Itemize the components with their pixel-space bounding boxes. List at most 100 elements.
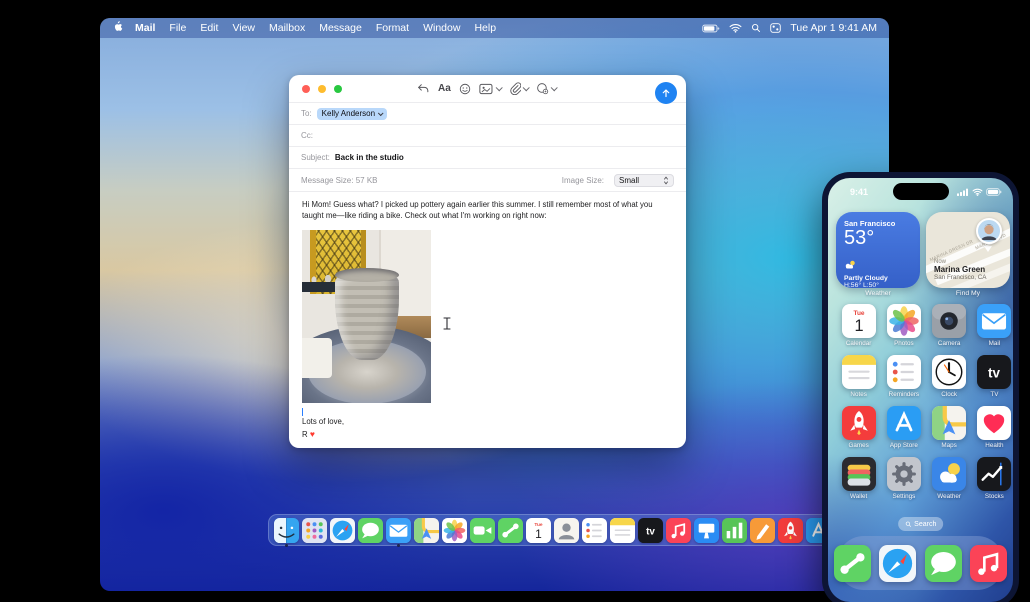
menu-help[interactable]: Help (474, 22, 496, 34)
dock-numbers-icon[interactable] (722, 517, 747, 543)
photo-browser-icon[interactable] (479, 83, 503, 95)
iphone-app-clock[interactable]: Clock (927, 355, 972, 398)
iphone-app-mail[interactable]: Mail (972, 304, 1013, 347)
iphone-app-health[interactable]: Health (972, 406, 1013, 449)
dock-phone-icon[interactable] (498, 517, 523, 543)
findmy-widget-label: Find My (955, 290, 981, 297)
to-label: To: (301, 109, 312, 118)
calendar-app-icon: Tue 1 (841, 304, 876, 338)
heart-glyph: ♥ (309, 428, 315, 439)
menu-message[interactable]: Message (319, 22, 362, 34)
iphone-app-calendar[interactable]: Tue 1 Calendar (836, 304, 881, 347)
iphone-dock-music-icon[interactable] (970, 544, 1008, 582)
app-label: TV (990, 391, 999, 398)
iphone-app-notes[interactable]: Notes (836, 355, 881, 398)
iphone-app-appstore[interactable]: App Store (881, 406, 926, 449)
minimize-window-button[interactable] (318, 84, 326, 93)
send-button[interactable] (655, 82, 677, 104)
menu-edit[interactable]: Edit (200, 22, 218, 34)
wifi-icon (972, 188, 983, 196)
spotlight-search-pill[interactable]: Search (897, 517, 944, 531)
ibeam-cursor (443, 317, 451, 335)
to-field[interactable]: To: Kelly Anderson (289, 102, 686, 124)
image-size-label: Image Size: (561, 175, 604, 185)
iphone-dock-safari-icon[interactable] (879, 544, 917, 582)
dock-launchpad-icon[interactable] (302, 517, 327, 543)
control-center-icon[interactable] (770, 23, 782, 33)
svg-text:tv: tv (646, 526, 655, 537)
dock-notes-icon[interactable] (610, 517, 635, 543)
close-window-button[interactable] (302, 84, 310, 93)
iphone-app-camera[interactable]: Camera (927, 304, 972, 347)
subject-field[interactable]: Subject: Back in the studio (289, 146, 686, 168)
wifi-icon[interactable] (729, 23, 742, 33)
maps-app-icon (932, 406, 967, 440)
dock-maps-icon[interactable] (414, 517, 439, 543)
attachment-icon[interactable] (509, 82, 530, 95)
dock-mail-icon[interactable] (386, 517, 411, 547)
app-label: Games (848, 442, 869, 449)
recipient-token[interactable]: Kelly Anderson (316, 107, 388, 120)
dock-facetime-icon[interactable] (470, 517, 495, 543)
message-body[interactable]: Hi Mom! Guess what? I picked up pottery … (289, 191, 686, 440)
svg-text:Tue: Tue (853, 310, 864, 317)
menu-mail[interactable]: Mail (135, 22, 155, 34)
app-label: App Store (889, 442, 918, 449)
app-label: Calendar (845, 340, 872, 347)
iphone-app-stocks[interactable]: Stocks (972, 457, 1013, 500)
menu-clock[interactable]: Tue Apr 1 9:41 AM (790, 22, 877, 34)
apple-menu-icon[interactable] (112, 20, 123, 36)
dock-calendar-icon[interactable]: Tue 1 (526, 517, 551, 543)
search-icon[interactable] (751, 23, 761, 33)
dock-safari-icon[interactable] (330, 517, 355, 543)
menu-format[interactable]: Format (376, 22, 409, 34)
app-label: Notes (850, 391, 867, 398)
weather-condition: Partly Cloudy (844, 275, 888, 282)
svg-text:tv: tv (988, 366, 1000, 381)
menu-view[interactable]: View (232, 22, 255, 34)
dock-finder-icon[interactable] (274, 517, 299, 547)
image-size-select[interactable]: Small (614, 173, 674, 187)
dock-music-icon[interactable] (666, 517, 691, 543)
iphone-app-tv[interactable]: tv TV (972, 355, 1013, 398)
emoji-icon[interactable] (459, 83, 471, 95)
insert-menu-icon[interactable] (536, 82, 558, 95)
dock-reminders-icon[interactable] (582, 517, 607, 543)
pottery-photo-attachment[interactable] (302, 230, 431, 404)
dock-tv-icon[interactable]: tv (638, 517, 663, 543)
weather-widget[interactable]: San Francisco 53° Partly Cloudy H:56° L:… (836, 212, 920, 288)
iphone-app-games[interactable]: Games (836, 406, 881, 449)
dock-games-icon[interactable] (778, 517, 803, 543)
dock-contacts-icon[interactable] (554, 517, 579, 543)
menu-mailbox[interactable]: Mailbox (269, 22, 305, 34)
undo-icon[interactable] (417, 83, 430, 94)
menu-window[interactable]: Window (423, 22, 460, 34)
closing-text: Lots of love, (302, 417, 345, 427)
findmy-location: San Francisco, CA (934, 274, 987, 281)
findmy-widget[interactable]: MARINA GREEN DR MARINA BLVD Now Marina G… (926, 212, 1010, 288)
format-text-icon[interactable]: Aa (438, 83, 451, 94)
window-titlebar[interactable]: Aa (289, 75, 686, 104)
app-label: Mail (988, 340, 1001, 347)
battery-icon[interactable] (702, 24, 720, 33)
menu-file[interactable]: File (169, 22, 186, 34)
iphone-app-maps[interactable]: Maps (927, 406, 972, 449)
iphone-app-photos[interactable]: Photos (881, 304, 926, 347)
dock-keynote-icon[interactable] (694, 517, 719, 543)
iphone-app-settings[interactable]: Settings (881, 457, 926, 500)
dock-pages-icon[interactable] (750, 517, 775, 543)
cc-field[interactable]: Cc: (289, 124, 686, 146)
iphone-app-wallet[interactable]: Wallet (836, 457, 881, 500)
iphone-app-weatherapp[interactable]: Weather (927, 457, 972, 500)
dock-photos-icon[interactable] (442, 517, 467, 543)
home-screen-app-grid: Tue 1 Calendar Photos Camera Mail Notes Reminde… (836, 304, 1013, 500)
dock-messages-icon[interactable] (358, 517, 383, 543)
iphone-dock-messages-icon[interactable] (924, 544, 962, 582)
menu-bar: Mail File Edit View Mailbox Message Format Wind… (100, 18, 889, 38)
app-label: Camera (937, 340, 961, 347)
app-label: Clock (941, 391, 957, 398)
iphone-app-reminders[interactable]: Reminders (881, 355, 926, 398)
iphone-dock-phone-icon[interactable] (833, 544, 871, 582)
zoom-window-button[interactable] (334, 84, 342, 93)
subject-value: Back in the studio (334, 153, 404, 162)
